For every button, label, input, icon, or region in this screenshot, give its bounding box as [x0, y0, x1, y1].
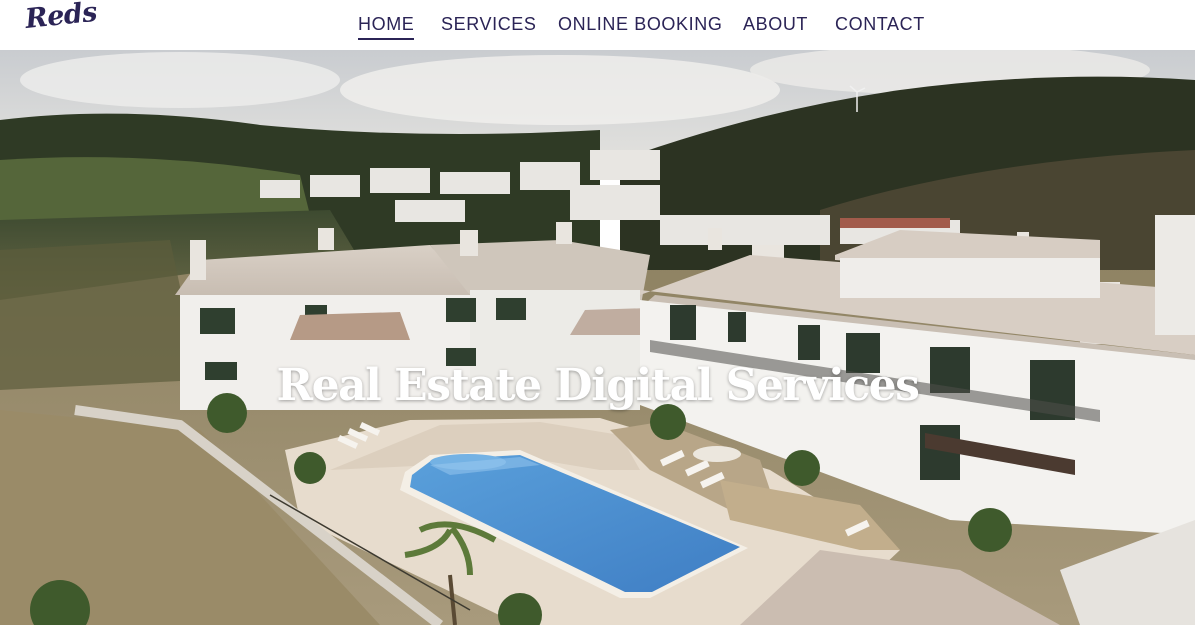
- hero-section: Real Estate Digital Services: [0, 50, 1195, 625]
- main-nav: HOME SERVICES ONLINE BOOKING ABOUT CONTA…: [0, 0, 1195, 50]
- nav-services[interactable]: SERVICES: [441, 14, 537, 38]
- hero-background-image: [0, 50, 1195, 625]
- hero-headline: Real Estate Digital Services: [276, 360, 920, 411]
- nav-home[interactable]: HOME: [358, 14, 415, 40]
- nav-about[interactable]: ABOUT: [743, 14, 808, 38]
- nav-online-booking[interactable]: ONLINE BOOKING: [558, 14, 722, 38]
- nav-contact[interactable]: CONTACT: [835, 14, 925, 38]
- site-header: Reds HOME SERVICES ONLINE BOOKING ABOUT …: [0, 0, 1195, 50]
